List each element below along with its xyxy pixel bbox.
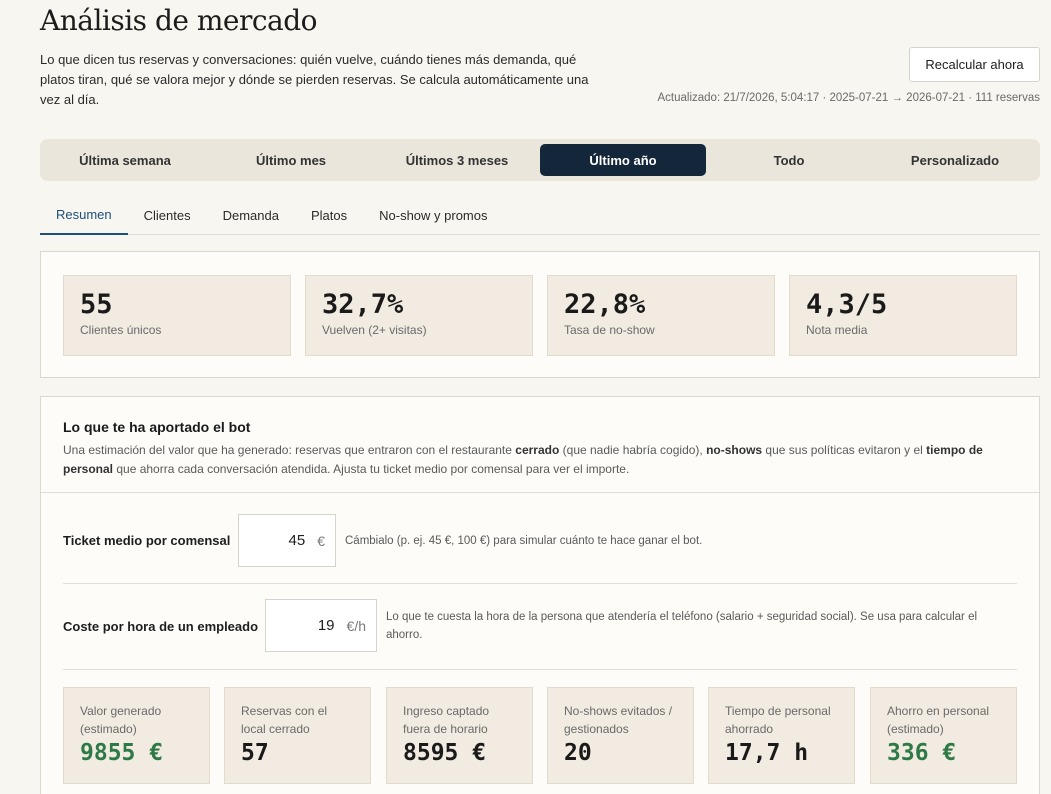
divider <box>63 669 1017 670</box>
kpi-value: 4,3/5 <box>806 289 888 320</box>
stat-value: 336 € <box>887 740 957 766</box>
kpi-noshow-rate: 22,8% Tasa de no-show <box>547 275 775 356</box>
stat-value: 9855 € <box>80 740 164 766</box>
stat-label: No-shows evitados / gestionados <box>564 704 673 736</box>
euro-per-hour-unit: €/h <box>346 617 366 634</box>
stat-value: 57 <box>241 740 269 766</box>
kpi-returning: 32,7% Vuelven (2+ visitas) <box>305 275 533 356</box>
stat-value: 8595 € <box>403 740 487 766</box>
kpi-value: 32,7% <box>322 289 404 320</box>
bot-panel-description: Una estimación del valor que ha generado… <box>63 443 983 476</box>
stat-staff-savings: Ahorro en personal (estimado) 336 € <box>870 687 1017 784</box>
kpi-average-rating: 4,3/5 Nota media <box>789 275 1017 356</box>
range-last-year[interactable]: Último año <box>540 144 706 176</box>
section-tabs: Resumen Clientes Demanda Platos No-show … <box>40 196 1040 235</box>
stat-label: Valor generado (estimado) <box>80 704 162 736</box>
range-custom[interactable]: Personalizado <box>872 144 1038 176</box>
divider <box>41 492 1039 493</box>
ticket-input[interactable]: 45 € <box>238 514 336 567</box>
kpi-panel: 55 Clientes únicos 32,7% Vuelven (2+ vis… <box>40 251 1040 378</box>
hourly-cost-help: Lo que te cuesta la hora de la persona q… <box>386 611 978 641</box>
tab-dishes[interactable]: Platos <box>295 196 363 235</box>
tab-demand[interactable]: Demanda <box>207 196 295 235</box>
stat-label: Ingreso captado fuera de horario <box>403 704 490 736</box>
date-range-selector: Última semana Último mes Últimos 3 meses… <box>40 139 1040 181</box>
stat-label: Tiempo de personal ahorrado <box>725 704 831 736</box>
bot-panel-title: Lo que te ha aportado el bot <box>63 419 251 435</box>
kpi-label: Clientes únicos <box>80 323 162 337</box>
kpi-label: Vuelven (2+ visitas) <box>322 323 427 337</box>
recalculate-button[interactable]: Recalcular ahora <box>909 47 1040 82</box>
range-last-month[interactable]: Último mes <box>208 144 374 176</box>
range-last-week[interactable]: Última semana <box>42 144 208 176</box>
page-description: Lo que dicen tus reservas y conversacion… <box>40 52 589 107</box>
kpi-value: 55 <box>80 289 113 320</box>
divider <box>63 583 1017 584</box>
stat-label: Reservas con el local cerrado <box>241 704 328 736</box>
stat-value: 17,7 h <box>725 740 809 766</box>
euro-unit: € <box>317 532 325 549</box>
tab-noshow-promos[interactable]: No-show y promos <box>363 196 503 235</box>
hourly-cost-label: Coste por hora de un empleado <box>63 619 259 634</box>
ticket-value: 45 <box>288 532 306 549</box>
stat-after-hours-revenue: Ingreso captado fuera de horario 8595 € <box>386 687 533 784</box>
ticket-label: Ticket medio por comensal <box>63 533 231 548</box>
hourly-cost-value: 19 <box>317 617 335 634</box>
range-all[interactable]: Todo <box>706 144 872 176</box>
stat-label: Ahorro en personal (estimado) <box>887 704 990 736</box>
tab-clients[interactable]: Clientes <box>128 196 207 235</box>
bot-value-panel: Lo que te ha aportado el bot Una estimac… <box>40 396 1040 794</box>
kpi-label: Tasa de no-show <box>564 323 655 337</box>
tab-summary[interactable]: Resumen <box>40 196 128 235</box>
range-last-3-months[interactable]: Últimos 3 meses <box>374 144 540 176</box>
page-title: Análisis de mercado <box>40 4 318 37</box>
stat-noshows-avoided: No-shows evitados / gestionados 20 <box>547 687 694 784</box>
kpi-unique-clients: 55 Clientes únicos <box>63 275 291 356</box>
kpi-label: Nota media <box>806 323 868 337</box>
updated-info: Actualizado: 21/7/2026, 5:04:17 · 2025-0… <box>657 92 1040 104</box>
kpi-value: 22,8% <box>564 289 646 320</box>
stat-value-generated: Valor generado (estimado) 9855 € <box>63 687 210 784</box>
ticket-help: Cámbialo (p. ej. 45 €, 100 €) para simul… <box>345 535 703 547</box>
stat-value: 20 <box>564 740 592 766</box>
stat-closed-reservations: Reservas con el local cerrado 57 <box>224 687 371 784</box>
hourly-cost-input[interactable]: 19 €/h <box>265 599 377 652</box>
stat-staff-time-saved: Tiempo de personal ahorrado 17,7 h <box>708 687 855 784</box>
